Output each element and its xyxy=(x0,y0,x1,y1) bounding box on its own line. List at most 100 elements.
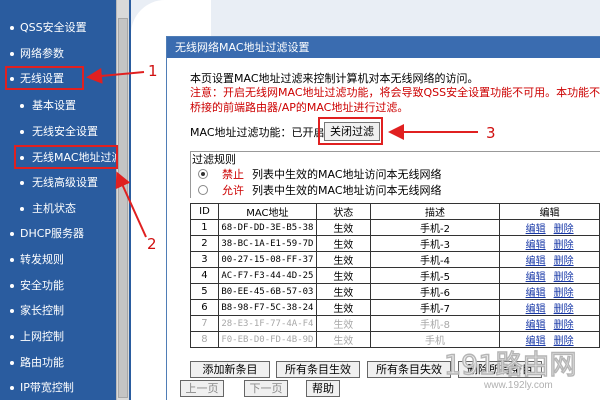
help-button[interactable]: 帮助 xyxy=(306,380,340,397)
enable-all-button[interactable]: 所有条目生效 xyxy=(276,361,360,378)
edit-link[interactable]: 编辑 xyxy=(526,336,546,347)
bullet-icon xyxy=(10,26,14,30)
sidebar-item-label: 上网控制 xyxy=(20,330,64,343)
edit-link[interactable]: 编辑 xyxy=(526,304,546,315)
table-header-row: ID MAC地址 状态 描述 编辑 xyxy=(190,203,600,220)
delete-link[interactable]: 删除 xyxy=(554,304,574,315)
cell-actions: 编辑 删除 xyxy=(499,299,600,316)
radio-allow[interactable] xyxy=(198,185,208,195)
cell-id: 5 xyxy=(190,283,219,300)
rule-deny-keyword: 禁止 xyxy=(222,168,244,181)
bullet-icon xyxy=(20,104,24,108)
cell-id: 3 xyxy=(190,251,219,268)
filter-status-label: MAC地址过滤功能：已开启 xyxy=(190,126,325,139)
bullet-icon xyxy=(10,361,14,365)
sidebar-item-label: 安全功能 xyxy=(20,279,64,292)
warning-line-1: 注意：开启无线网MAC地址过滤功能，将会导致QSS安全设置功能不可用。本功能不对… xyxy=(190,86,600,99)
cell-desc: 手机-2 xyxy=(369,219,501,236)
column-header-edit: 编辑 xyxy=(499,203,600,220)
edit-link[interactable]: 编辑 xyxy=(526,320,546,331)
cell-desc: 手机-3 xyxy=(369,235,501,252)
bullet-icon xyxy=(10,232,14,236)
sidebar-item-label: 无线高级设置 xyxy=(32,176,98,189)
table-row: 7 28-E3-1F-77-4A-F4 生效 手机-8 编辑 删除 xyxy=(190,315,600,332)
delete-link[interactable]: 删除 xyxy=(554,224,574,235)
rule-option-deny[interactable]: 禁止 列表中生效的MAC地址访问本无线网络 xyxy=(198,166,442,182)
sidebar-item-label: 基本设置 xyxy=(32,99,76,112)
cell-actions: 编辑 删除 xyxy=(499,235,600,252)
bullet-icon xyxy=(10,52,14,56)
sidebar-item-qss[interactable]: QSS安全设置 xyxy=(10,21,87,35)
cell-status: 生效 xyxy=(315,315,371,332)
watermark-logo: 191路由网 xyxy=(443,349,577,380)
cell-mac: B8-98-F7-5C-38-24 xyxy=(217,299,317,316)
bullet-icon xyxy=(10,386,14,390)
cell-mac: 38-BC-1A-E1-59-7D xyxy=(217,235,317,252)
sidebar-item-access-control[interactable]: 上网控制 xyxy=(10,330,64,344)
delete-link[interactable]: 删除 xyxy=(554,320,574,331)
scrollbar-thumb[interactable] xyxy=(118,18,128,398)
delete-link[interactable]: 删除 xyxy=(554,240,574,251)
cell-desc: 手机-6 xyxy=(369,283,501,300)
cell-actions: 编辑 删除 xyxy=(499,283,600,300)
annotation-highlight-1 xyxy=(5,66,84,90)
cell-mac: F0-EB-D0-FD-4B-9D xyxy=(217,331,317,348)
rule-option-allow[interactable]: 允许 列表中生效的MAC地址访问本无线网络 xyxy=(198,182,442,198)
cell-status: 生效 xyxy=(315,267,371,284)
cell-desc: 手机 xyxy=(369,331,501,348)
sidebar-item-wireless-advanced[interactable]: 无线高级设置 xyxy=(20,176,98,190)
table-row: 8 F0-EB-D0-FD-4B-9D 生效 手机 编辑 删除 xyxy=(190,331,600,348)
cell-mac: 00-27-15-08-FF-37 xyxy=(217,251,317,268)
table-row: 3 00-27-15-08-FF-37 生效 手机-4 编辑 删除 xyxy=(190,251,600,268)
prev-page-button[interactable]: 上一页 xyxy=(180,380,224,397)
edit-link[interactable]: 编辑 xyxy=(526,240,546,251)
sidebar-item-parental[interactable]: 家长控制 xyxy=(10,304,64,318)
delete-link[interactable]: 删除 xyxy=(554,272,574,283)
cell-desc: 手机-8 xyxy=(369,315,501,332)
delete-link[interactable]: 删除 xyxy=(554,288,574,299)
sidebar-item-network[interactable]: 网络参数 xyxy=(10,47,64,61)
warning-text: 注意：开启无线网MAC地址过滤功能，将会导致QSS安全设置功能不可用。本功能不对… xyxy=(190,85,600,115)
sidebar-item-basic[interactable]: 基本设置 xyxy=(20,99,76,113)
radio-deny[interactable] xyxy=(198,169,208,179)
bullet-icon xyxy=(20,207,24,211)
bullet-icon xyxy=(20,181,24,185)
edit-link[interactable]: 编辑 xyxy=(526,256,546,267)
sidebar-item-bandwidth[interactable]: IP带宽控制 xyxy=(10,381,74,395)
sidebar-item-dhcp[interactable]: DHCP服务器 xyxy=(10,227,84,241)
column-header-desc: 描述 xyxy=(369,203,501,220)
annotation-number-2: 2 xyxy=(147,235,157,253)
panel-corner xyxy=(131,0,211,37)
delete-link[interactable]: 删除 xyxy=(554,256,574,267)
column-header-id: ID xyxy=(190,203,219,220)
sidebar-item-label: 路由功能 xyxy=(20,356,64,369)
column-header-status: 状态 xyxy=(315,203,371,220)
delete-link[interactable]: 删除 xyxy=(554,336,574,347)
sidebar-item-forwarding[interactable]: 转发规则 xyxy=(10,253,64,267)
cell-desc: 手机-4 xyxy=(369,251,501,268)
rule-allow-text: 列表中生效的MAC地址访问本无线网络 xyxy=(252,184,442,197)
bullet-icon xyxy=(20,130,24,134)
cell-status: 生效 xyxy=(315,331,371,348)
cell-id: 6 xyxy=(190,299,219,316)
sidebar-item-host-status[interactable]: 主机状态 xyxy=(20,202,76,216)
cell-status: 生效 xyxy=(315,235,371,252)
warning-line-2: 桥接的前端路由器/AP的MAC地址进行过滤。 xyxy=(190,101,409,114)
next-page-button[interactable]: 下一页 xyxy=(244,380,288,397)
watermark-logo-text: 191路由网 xyxy=(444,350,577,380)
add-entry-button[interactable]: 添加新条目 xyxy=(190,361,270,378)
edit-link[interactable]: 编辑 xyxy=(526,272,546,283)
cell-id: 4 xyxy=(190,267,219,284)
sidebar-item-routing[interactable]: 路由功能 xyxy=(10,356,64,370)
sidebar-item-wireless-security[interactable]: 无线安全设置 xyxy=(20,125,98,139)
cell-desc: 手机-7 xyxy=(369,299,501,316)
sidebar-scrollbar[interactable] xyxy=(116,0,129,400)
column-header-mac: MAC地址 xyxy=(217,203,317,220)
edit-link[interactable]: 编辑 xyxy=(526,224,546,235)
edit-link[interactable]: 编辑 xyxy=(526,288,546,299)
sidebar-item-security[interactable]: 安全功能 xyxy=(10,279,64,293)
cell-actions: 编辑 删除 xyxy=(499,251,600,268)
mac-table: ID MAC地址 状态 描述 编辑 1 68-DF-DD-3E-B5-38 生效… xyxy=(190,203,600,348)
annotation-number-3: 3 xyxy=(486,124,496,142)
disable-all-button[interactable]: 所有条目失效 xyxy=(367,361,451,378)
